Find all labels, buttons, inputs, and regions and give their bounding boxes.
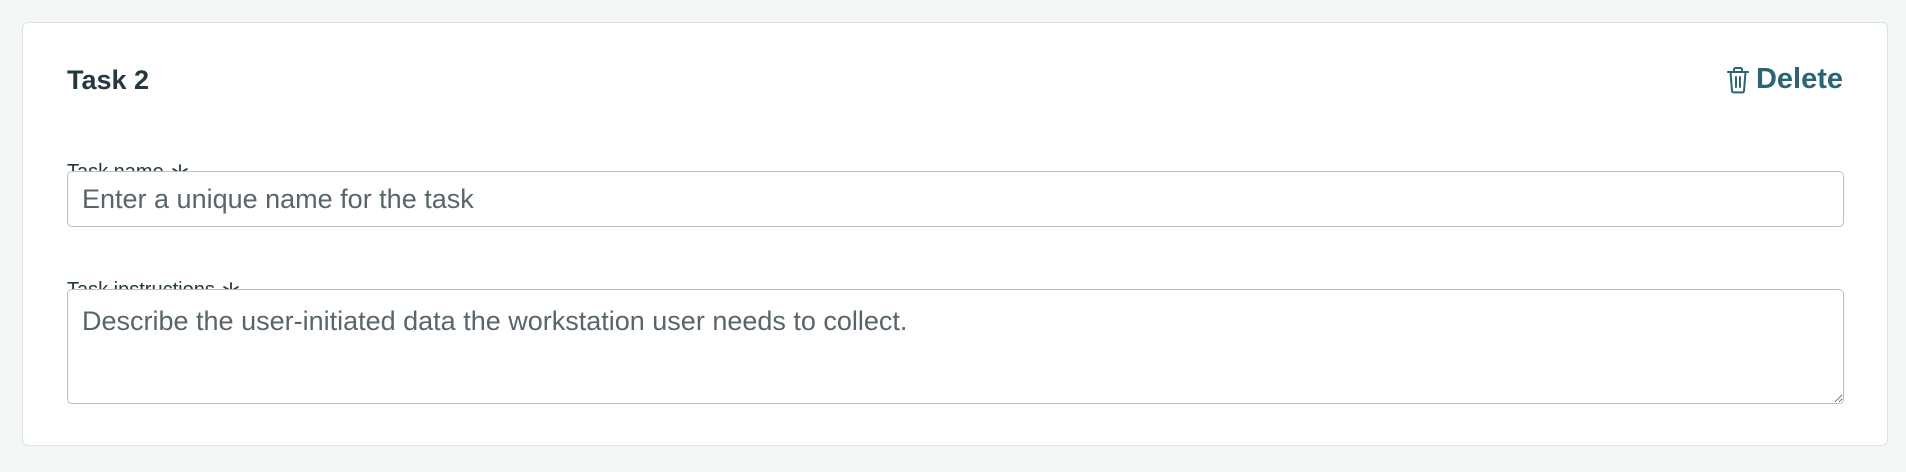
- delete-task-button[interactable]: Delete: [1726, 63, 1843, 96]
- delete-button-label: Delete: [1755, 63, 1843, 95]
- trash-icon: [1726, 66, 1750, 94]
- task-title: Task 2: [67, 65, 150, 95]
- task-card: Task 2 Delete Task name Task instruction…: [22, 22, 1888, 446]
- task-name-input[interactable]: [67, 171, 1844, 227]
- task-instructions-textarea[interactable]: [67, 289, 1844, 404]
